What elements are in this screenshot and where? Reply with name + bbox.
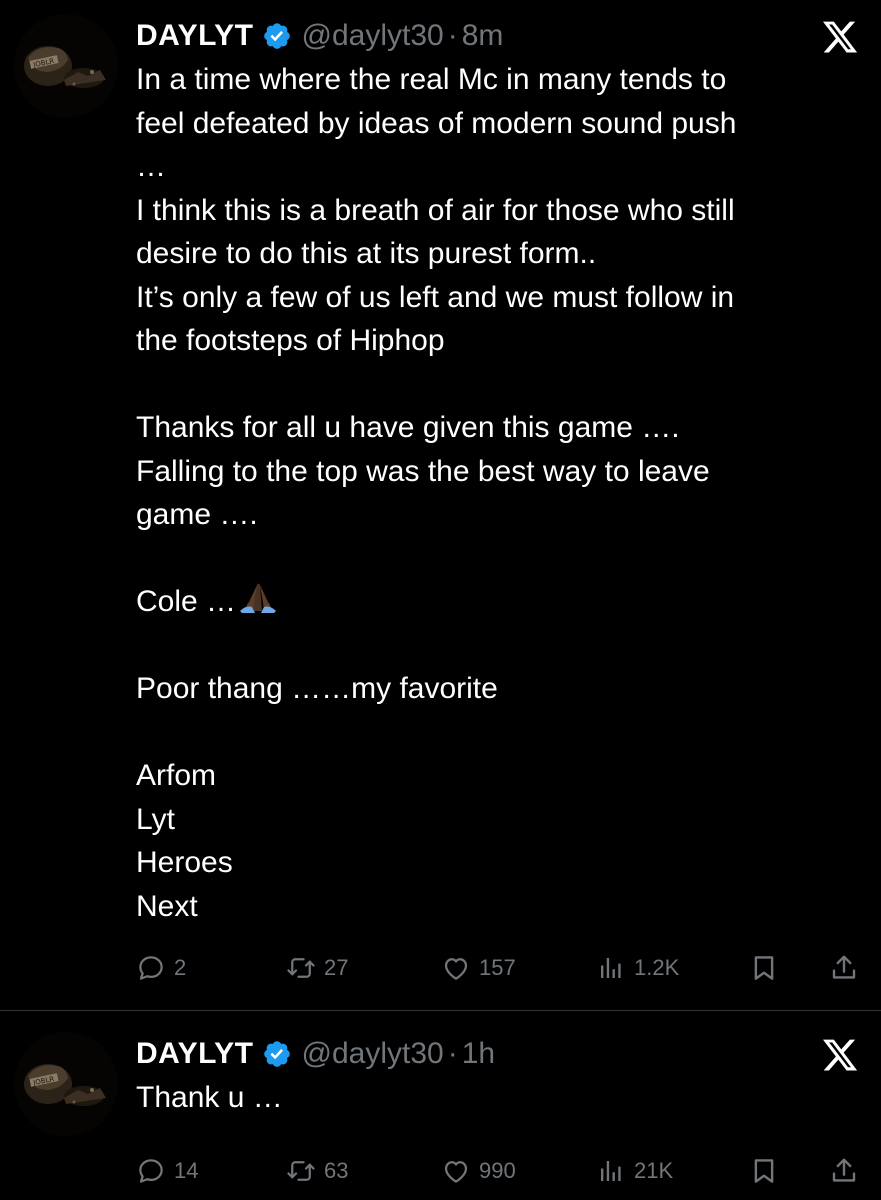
views-button[interactable]: 1.2K xyxy=(596,948,679,988)
share-icon xyxy=(829,953,859,983)
x-logo-icon xyxy=(821,1036,859,1074)
share-button[interactable] xyxy=(829,1151,859,1191)
avatar[interactable] xyxy=(14,1032,118,1136)
tweet-text-line: Heroes xyxy=(136,846,233,879)
author-name[interactable]: DAYLYT xyxy=(136,19,254,53)
tweet-text-line xyxy=(136,711,846,755)
bookmark-button[interactable] xyxy=(749,1151,779,1191)
separator-dot: · xyxy=(447,19,458,52)
tweet-text-line: Next xyxy=(136,889,198,923)
verified-badge-icon xyxy=(262,1039,292,1069)
tweet-text-line: Poor thang ……my favorite xyxy=(136,672,498,705)
avatar[interactable] xyxy=(14,14,118,118)
tweet-text-line: Arfom xyxy=(136,759,217,792)
views-chart-icon xyxy=(596,953,626,983)
reply-button[interactable]: 14 xyxy=(136,1151,198,1191)
tweet-actions: 2 27 157 1.2K xyxy=(136,948,866,988)
tweet-text-line: In a time where the real Mc in many tend… xyxy=(136,63,727,96)
author-name[interactable]: DAYLYT xyxy=(136,1037,254,1071)
bookmark-icon xyxy=(749,953,779,983)
x-logo-icon xyxy=(821,18,859,56)
like-count: 990 xyxy=(479,1158,516,1183)
reply-count: 14 xyxy=(174,1158,199,1183)
tweet-text-line-with-emoji: Cole … xyxy=(136,580,846,624)
views-button[interactable]: 21K xyxy=(596,1151,673,1191)
reply-icon xyxy=(136,1156,166,1186)
tweet-text-line: I think this is a breath of air for thos… xyxy=(136,193,735,227)
tweet-text-line xyxy=(136,363,846,407)
retweet-button[interactable]: 27 xyxy=(286,948,348,988)
tweet-text-line: the footsteps of Hiphop xyxy=(136,324,445,357)
tweet-text-line: feel defeated by ideas of modern sound p… xyxy=(136,106,737,140)
reply-count: 2 xyxy=(174,955,187,980)
tweet-divider xyxy=(0,1010,881,1011)
share-button[interactable] xyxy=(829,948,859,988)
like-button[interactable]: 157 xyxy=(441,948,516,988)
tweet[interactable]: DAYLYT @daylyt30 · 1h Thank u … 14 63 99… xyxy=(0,1018,881,1200)
tweet-text-line xyxy=(136,537,846,581)
heart-icon xyxy=(441,1156,471,1186)
tweet-text: Thank u … xyxy=(136,1076,846,1120)
views-count: 1.2K xyxy=(634,955,680,980)
tweet-time[interactable]: 1h xyxy=(462,1037,495,1071)
tweet-text-line: Thank u … xyxy=(136,1081,283,1114)
like-count: 157 xyxy=(479,955,516,980)
tweet-text-line: Thanks for all u have given this game …. xyxy=(136,411,680,444)
reply-icon xyxy=(136,953,166,983)
tweet-text-line: … xyxy=(136,150,166,183)
heart-icon xyxy=(441,953,471,983)
tweet-actions: 14 63 990 21K xyxy=(136,1151,866,1191)
retweet-button[interactable]: 63 xyxy=(286,1151,348,1191)
share-icon xyxy=(829,1156,859,1186)
separator-dot: · xyxy=(447,1037,458,1070)
like-button[interactable]: 990 xyxy=(441,1151,516,1191)
views-count: 21K xyxy=(634,1158,674,1183)
retweet-icon xyxy=(286,953,316,983)
author-handle[interactable]: @daylyt30 xyxy=(302,1037,444,1071)
retweet-count: 27 xyxy=(324,955,349,980)
retweet-count: 63 xyxy=(324,1158,349,1183)
author-handle[interactable]: @daylyt30 xyxy=(302,19,444,53)
tweet-text-fragment: Cole … xyxy=(136,585,237,618)
tweet-text: In a time where the real Mc in many tend… xyxy=(136,58,846,928)
tweet-text-line: desire to do this at its purest form.. xyxy=(136,237,597,270)
retweet-icon xyxy=(286,1156,316,1186)
tweet-text-line: game …. xyxy=(136,498,258,531)
tweet-text-line: Lyt xyxy=(136,802,175,836)
tweet-time[interactable]: 8m xyxy=(462,19,504,53)
bookmark-button[interactable] xyxy=(749,948,779,988)
folded-hands-icon xyxy=(236,581,280,617)
tweet[interactable]: DAYLYT @daylyt30 · 8m In a time where th… xyxy=(0,0,881,1008)
tweet-header: DAYLYT @daylyt30 · 1h xyxy=(136,1032,495,1076)
tweet-header: DAYLYT @daylyt30 · 8m xyxy=(136,14,503,58)
reply-button[interactable]: 2 xyxy=(136,948,186,988)
tweet-text-line: Falling to the top was the best way to l… xyxy=(136,454,710,488)
views-chart-icon xyxy=(596,1156,626,1186)
tweet-text-line xyxy=(136,624,846,668)
verified-badge-icon xyxy=(262,21,292,51)
bookmark-icon xyxy=(749,1156,779,1186)
tweet-text-line: It’s only a few of us left and we must f… xyxy=(136,280,735,314)
